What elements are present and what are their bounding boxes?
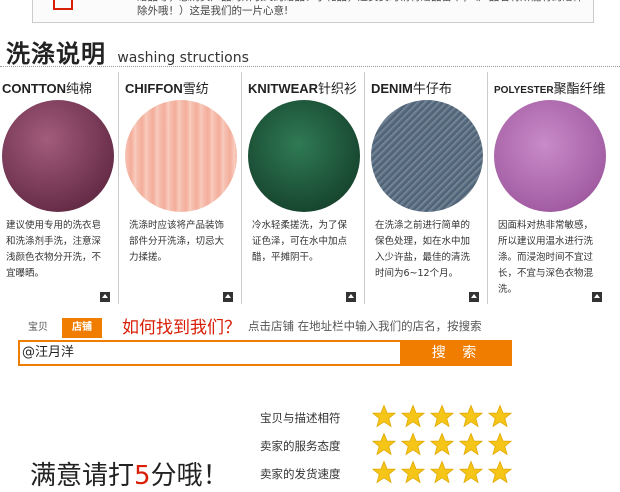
back-to-top-icon[interactable] (592, 292, 602, 302)
search-button[interactable]: 搜 索 (402, 340, 512, 366)
fabric-label: POLYESTER聚酯纤维 (494, 82, 606, 97)
notice-text: 赠品等，忽购买产品时所收到的赠品、小礼品，退货货时请将赠品备下，（产品若有所能有… (137, 0, 583, 17)
tab-dianpu[interactable]: 店铺 (62, 318, 102, 338)
top-notice: 赠品等，忽购买产品时所收到的赠品、小礼品，退货货时请将赠品备下，（产品若有所能有… (32, 0, 594, 23)
fabric-label: DENIM牛仔布 (371, 81, 452, 97)
rating-request: 满意请打5分哦！ (30, 461, 229, 491)
fabric-swatch (371, 100, 483, 212)
rating-label: 宝贝与描述相符 (260, 411, 341, 425)
star-icon (371, 404, 400, 428)
back-to-top-icon[interactable] (223, 292, 233, 302)
fabric-desc: 在洗涤之前进行简单的保色处理，如在水中加入少许盐，最佳的清洗时间为6~12个月。 (375, 220, 471, 279)
how-to-find-hint: 点击店铺 在地址栏中输入我们的店名，按搜索 (248, 319, 482, 333)
star-icon (429, 404, 458, 428)
notice-logo-icon (53, 0, 73, 10)
rating-label: 卖家的发货速度 (260, 467, 341, 481)
fabric-label: KNITWEAR针织衫 (248, 81, 358, 97)
star-icon (458, 404, 487, 428)
divider (0, 66, 620, 67)
fabric-label: CONTTON纯棉 (2, 81, 93, 97)
fabric-swatch (248, 100, 360, 212)
fabric-desc: 建议使用专用的洗衣皂和洗涤剂手洗，注意深浅颜色衣物分开洗，不宜曝晒。 (6, 220, 102, 279)
tab-baobei[interactable]: 宝贝 (18, 318, 58, 338)
star-icon (487, 432, 516, 456)
back-to-top-icon[interactable] (346, 292, 356, 302)
fabric-card: POLYESTER聚酯纤维 因面料对热非常敏感，所以建议用温水进行洗涤。而浸泡时… (492, 72, 610, 304)
search-input[interactable]: @汪月洋 (18, 340, 402, 366)
star-icon (371, 432, 400, 456)
star-icon (400, 432, 429, 456)
section-title: 洗涤说明 washing structions (6, 34, 249, 69)
back-to-top-icon[interactable] (100, 292, 110, 302)
how-to-find-heading: 如何找到我们？ (122, 318, 241, 338)
fabric-desc: 因面料对热非常敏感，所以建议用温水进行洗涤。而浸泡时间不宜过长，不宜与深色衣物混… (498, 220, 594, 295)
star-icon (429, 460, 458, 484)
fabric-swatch (494, 100, 606, 212)
fabric-card: CONTTON纯棉 建议使用专用的洗衣皂和洗涤剂手洗，注意深浅颜色衣物分开洗，不… (0, 72, 119, 304)
fabric-swatch (2, 100, 114, 212)
star-icon (487, 404, 516, 428)
star-icon (458, 460, 487, 484)
section-title-en: washing structions (117, 50, 249, 66)
star-icon (487, 460, 516, 484)
rating-label: 卖家的服务态度 (260, 439, 341, 453)
star-icon (400, 460, 429, 484)
star-icon (400, 404, 429, 428)
fabric-swatch (125, 100, 237, 212)
rating-stars (371, 460, 517, 484)
star-icon (371, 460, 400, 484)
rating-stars (371, 432, 517, 456)
back-to-top-icon[interactable] (469, 292, 479, 302)
section-title-cn: 洗涤说明 (6, 40, 106, 68)
rating-stars (371, 404, 517, 428)
fabric-label: CHIFFON雪纺 (125, 81, 209, 97)
star-icon (458, 432, 487, 456)
fabric-card: CHIFFON雪纺 洗涤时应该将产品装饰部件分开洗涤，切忌大力揉搓。 (123, 72, 242, 304)
fabric-cards: CONTTON纯棉 建议使用专用的洗衣皂和洗涤剂手洗，注意深浅颜色衣物分开洗，不… (0, 72, 620, 304)
fabric-desc: 冷水轻柔搓洗，为了保证色泽，可在水中加点醋，平摊阴干。 (252, 220, 348, 263)
fabric-card: DENIM牛仔布 在洗涤之前进行简单的保色处理，如在水中加入少许盐，最佳的清洗时… (369, 72, 488, 304)
fabric-card: KNITWEAR针织衫 冷水轻柔搓洗，为了保证色泽，可在水中加点醋，平摊阴干。 (246, 72, 365, 304)
fabric-desc: 洗涤时应该将产品装饰部件分开洗涤，切忌大力揉搓。 (129, 220, 225, 263)
star-icon (429, 432, 458, 456)
